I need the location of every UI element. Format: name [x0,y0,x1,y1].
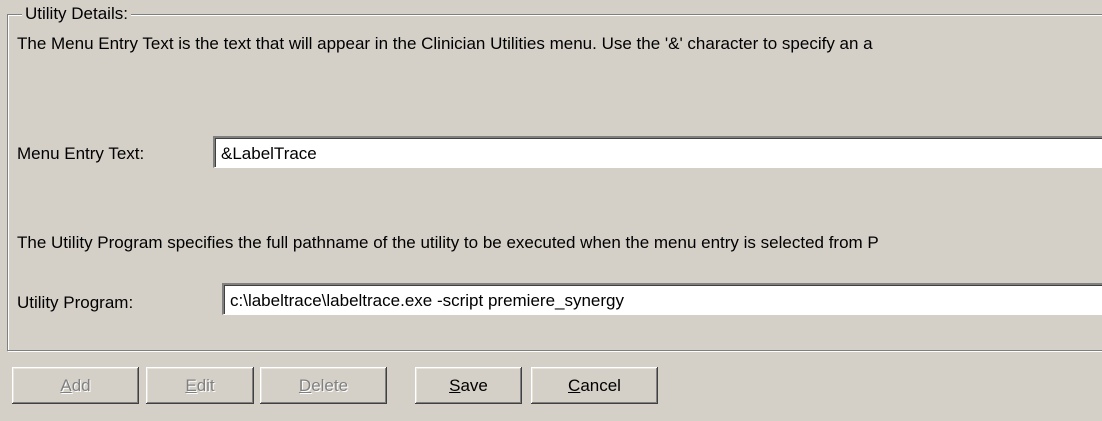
utility-program-input[interactable]: c:\labeltrace\labeltrace.exe -script pre… [222,283,1102,315]
menu-entry-text-input[interactable]: &LabelTrace [213,136,1102,168]
save-button[interactable]: Save [415,367,522,404]
add-button[interactable]: Add [12,367,139,404]
utility-program-description: The Utility Program specifies the full p… [17,233,879,252]
delete-button[interactable]: Delete [260,367,387,404]
groupbox-title: Utility Details: [22,3,131,25]
edit-button[interactable]: Edit [146,367,254,404]
cancel-button[interactable]: Cancel [531,367,658,404]
menu-entry-label: Menu Entry Text: [17,144,145,163]
utility-program-label: Utility Program: [17,293,134,312]
menu-entry-description: The Menu Entry Text is the text that wil… [17,34,873,53]
